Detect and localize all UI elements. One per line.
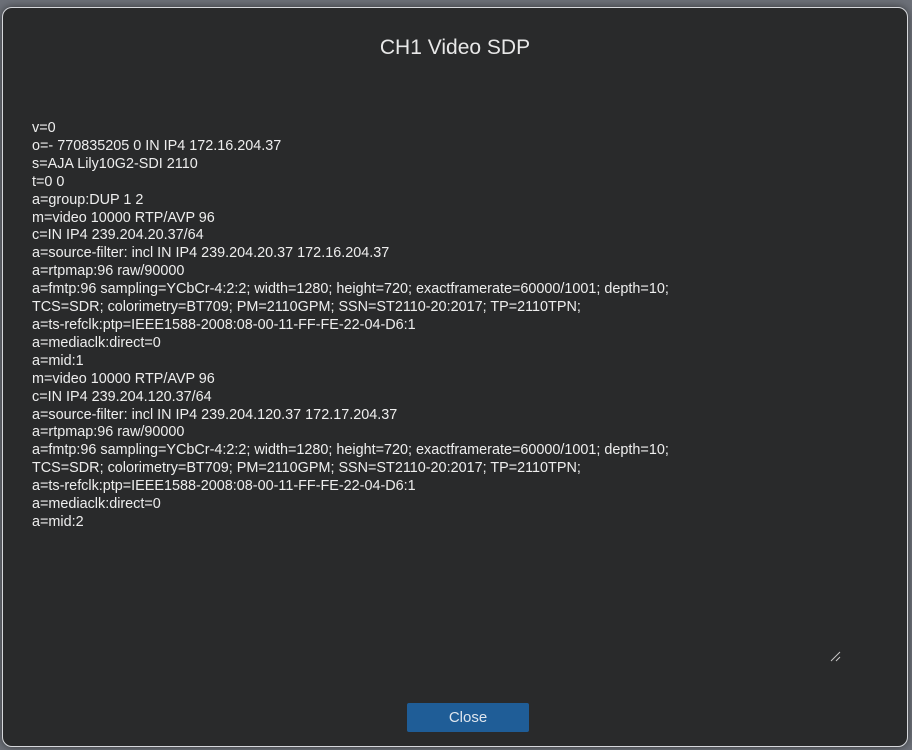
sdp-dialog: CH1 Video SDP v=0 o=- 770835205 0 IN IP4…	[2, 7, 908, 747]
sdp-text-area[interactable]: v=0 o=- 770835205 0 IN IP4 172.16.204.37…	[32, 120, 846, 660]
resize-grip-icon[interactable]	[829, 650, 841, 662]
dialog-title: CH1 Video SDP	[379, 36, 531, 59]
close-button[interactable]: Close	[407, 703, 529, 732]
